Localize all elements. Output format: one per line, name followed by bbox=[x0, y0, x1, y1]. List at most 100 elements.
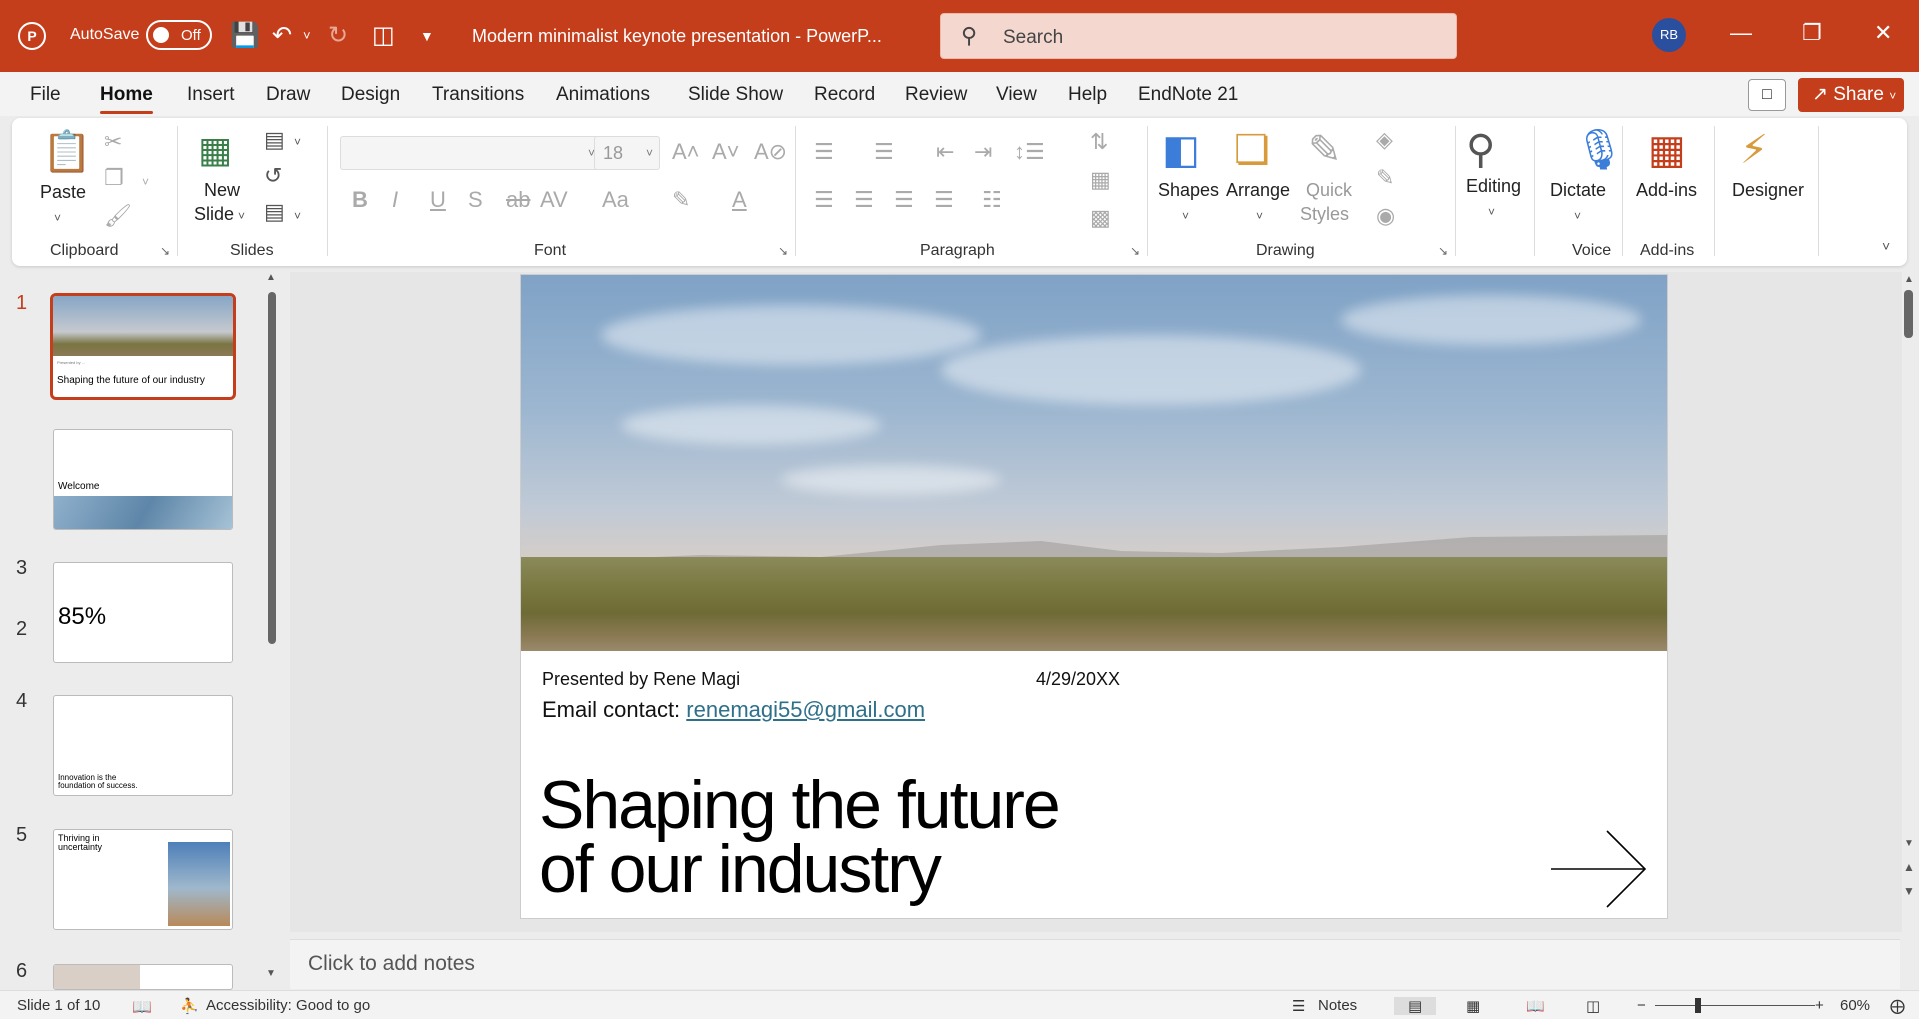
tab-slide-show[interactable]: Slide Show bbox=[688, 84, 783, 106]
menu-bar: File Home Insert Draw Design Transitions… bbox=[0, 72, 1919, 116]
search-box[interactable]: ⚲ Search bbox=[940, 13, 1457, 59]
thumbnail-slide-1[interactable]: Presented by ... Shaping the future of o… bbox=[50, 293, 236, 400]
quick-styles-icon: ✎ bbox=[1308, 128, 1342, 172]
tab-endnote[interactable]: EndNote 21 bbox=[1138, 84, 1238, 106]
group-label-addins: Add-ins bbox=[1640, 242, 1695, 259]
tab-design[interactable]: Design bbox=[341, 84, 400, 106]
ribbon-separator bbox=[177, 126, 178, 256]
font-size-combo[interactable]: 18 ˅ bbox=[594, 136, 660, 170]
undo-dropdown-icon[interactable]: ˅ bbox=[303, 22, 311, 50]
spelling-icon[interactable]: 📖 bbox=[132, 997, 152, 1017]
ribbon-separator bbox=[1622, 126, 1623, 256]
align-right-icon: ☰ bbox=[894, 187, 914, 212]
font-color-icon: A bbox=[732, 187, 747, 212]
accessibility-status[interactable]: Accessibility: Good to go bbox=[206, 997, 370, 1014]
next-slide-icon[interactable]: ▼ bbox=[1903, 884, 1915, 898]
accessibility-icon[interactable]: ⛹ bbox=[180, 997, 199, 1015]
tab-insert[interactable]: Insert bbox=[187, 84, 235, 106]
tab-review[interactable]: Review bbox=[905, 84, 967, 106]
section-dropdown-icon[interactable]: ˅ bbox=[294, 204, 301, 228]
font-name-combo[interactable]: ˅ bbox=[340, 136, 602, 170]
share-button[interactable]: ↗ Share ˅ bbox=[1798, 78, 1904, 112]
thumbnail-scrollbar[interactable]: ▲ ▼ bbox=[266, 272, 278, 990]
autosave-toggle[interactable]: Off bbox=[146, 20, 212, 50]
tab-record[interactable]: Record bbox=[814, 84, 875, 106]
tab-transitions[interactable]: Transitions bbox=[432, 84, 524, 106]
notes-toggle-label[interactable]: Notes bbox=[1318, 997, 1357, 1014]
current-slide[interactable]: Presented by Rene Magi 4/29/20XX Email c… bbox=[520, 274, 1668, 919]
notes-toggle-icon[interactable]: ☰ bbox=[1292, 997, 1305, 1015]
email-link[interactable]: renemagi55@gmail.com bbox=[686, 697, 925, 722]
close-icon[interactable]: ✕ bbox=[1874, 20, 1892, 46]
reading-view-icon[interactable]: 📖 bbox=[1526, 997, 1545, 1015]
notes-pane[interactable]: Click to add notes bbox=[290, 939, 1900, 989]
layout-dropdown-icon[interactable]: ˅ bbox=[294, 130, 301, 154]
comments-button[interactable]: □ bbox=[1748, 79, 1786, 111]
thumbnail-slide-6[interactable] bbox=[53, 964, 233, 990]
arrange-dropdown-icon: ˅ bbox=[1256, 209, 1264, 223]
tab-home[interactable]: Home bbox=[100, 84, 153, 114]
section-icon[interactable]: ▤ bbox=[264, 200, 285, 224]
date-text[interactable]: 4/29/20XX bbox=[1036, 669, 1120, 690]
clipboard-launcher-icon[interactable]: ↘ bbox=[160, 244, 170, 258]
normal-view-icon[interactable]: ▤ bbox=[1394, 997, 1437, 1015]
save-icon[interactable]: 💾 bbox=[230, 22, 260, 50]
scroll-up-icon[interactable]: ▲ bbox=[266, 272, 276, 283]
character-spacing-icon: AV bbox=[540, 187, 568, 212]
tab-draw[interactable]: Draw bbox=[266, 84, 310, 106]
slide-sorter-icon[interactable]: ▦ bbox=[1466, 997, 1480, 1015]
layout-icon[interactable]: ▤ bbox=[264, 128, 285, 152]
tab-animations[interactable]: Animations bbox=[556, 84, 650, 106]
cloud-shape bbox=[621, 405, 881, 445]
zoom-out-icon[interactable]: − bbox=[1637, 997, 1646, 1014]
change-case-icon: Aa bbox=[602, 187, 629, 212]
zoom-level[interactable]: 60% bbox=[1840, 997, 1870, 1014]
undo-icon[interactable]: ↶ bbox=[272, 22, 292, 50]
tab-view[interactable]: View bbox=[996, 84, 1037, 106]
numbering-icon: ☰ bbox=[874, 139, 894, 164]
slide-title[interactable]: Shaping the future of our industry bbox=[539, 771, 1061, 903]
reset-icon[interactable]: ↺ bbox=[264, 164, 282, 188]
minimize-icon[interactable]: — bbox=[1730, 20, 1752, 46]
zoom-in-icon[interactable]: + bbox=[1815, 997, 1824, 1014]
group-label-clipboard: Clipboard bbox=[50, 242, 119, 259]
scroll-up-icon[interactable]: ▲ bbox=[1904, 274, 1914, 285]
scrollbar-thumb[interactable] bbox=[268, 292, 276, 644]
designer-icon: ⚡ bbox=[1740, 128, 1769, 172]
restore-icon[interactable]: ❐ bbox=[1802, 20, 1822, 46]
tab-file[interactable]: File bbox=[30, 84, 61, 106]
scroll-down-icon[interactable]: ▼ bbox=[266, 968, 276, 979]
scrollbar-thumb[interactable] bbox=[1904, 290, 1913, 338]
scroll-down-icon[interactable]: ▼ bbox=[1904, 838, 1914, 849]
paragraph-launcher-icon[interactable]: ↘ bbox=[1130, 244, 1140, 258]
zoom-slider-knob[interactable] bbox=[1695, 998, 1701, 1013]
slideshow-view-icon[interactable]: ◫ bbox=[1586, 997, 1600, 1015]
font-launcher-icon[interactable]: ↘ bbox=[778, 244, 788, 258]
zoom-slider-track[interactable] bbox=[1655, 1005, 1815, 1006]
present-icon[interactable]: ◫ bbox=[372, 22, 395, 50]
grassland-field bbox=[521, 557, 1667, 651]
decrease-indent-icon: ⇤ bbox=[936, 139, 955, 164]
quick-styles-label-1: Quick bbox=[1306, 180, 1353, 200]
powerpoint-logo-icon: P bbox=[18, 22, 46, 50]
group-label-slides: Slides bbox=[230, 242, 274, 259]
presented-by-text[interactable]: Presented by Rene Magi bbox=[542, 669, 740, 690]
previous-slide-icon[interactable]: ▲ bbox=[1903, 860, 1915, 874]
thumbnail-slide-4[interactable]: Innovation is the foundation of success. bbox=[53, 695, 233, 796]
shapes-icon: ◧ bbox=[1162, 128, 1200, 172]
drawing-launcher-icon[interactable]: ↘ bbox=[1438, 244, 1448, 258]
chevron-down-icon: ˅ bbox=[645, 146, 653, 160]
autosave-state: Off bbox=[181, 27, 201, 44]
thumbnail-slide-3[interactable]: 85% bbox=[53, 562, 233, 663]
thumbnail-slide-5[interactable]: Thriving in uncertainty bbox=[53, 829, 233, 930]
email-contact-line[interactable]: Email contact: renemagi55@gmail.com bbox=[542, 697, 925, 723]
thumbnail-slide-2[interactable]: Welcome bbox=[53, 429, 233, 530]
shape-outline-icon: ✎ bbox=[1376, 165, 1395, 190]
collapse-ribbon-icon[interactable]: ˅ bbox=[1882, 234, 1890, 258]
user-avatar[interactable]: RB bbox=[1652, 18, 1686, 52]
slide-scrollbar[interactable]: ▲ ▼ ▲ ▼ bbox=[1900, 272, 1919, 932]
customize-toolbar-icon[interactable]: ▼ bbox=[420, 22, 434, 50]
fit-to-window-icon[interactable]: ⨁ bbox=[1890, 997, 1905, 1015]
tab-help[interactable]: Help bbox=[1068, 84, 1107, 106]
columns-icon: ☷ bbox=[982, 187, 1002, 212]
